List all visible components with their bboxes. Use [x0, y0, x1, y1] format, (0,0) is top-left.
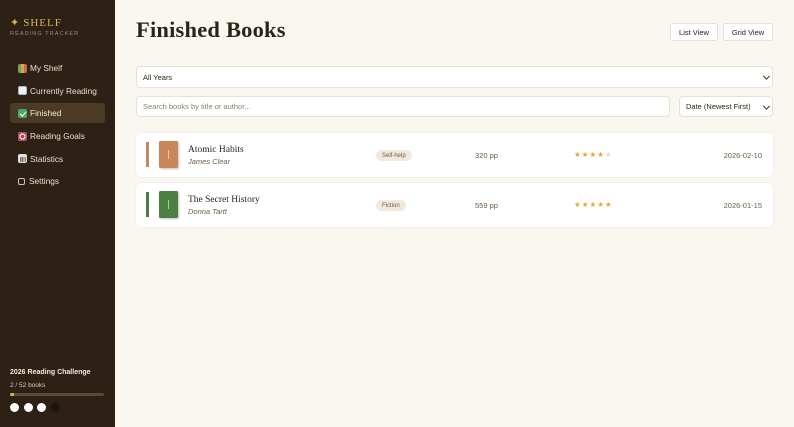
brand-name: SHELF: [23, 17, 62, 29]
star-filled-icon: ★: [597, 200, 604, 209]
gear-icon: [18, 177, 25, 185]
sidebar-item-label: Settings: [29, 176, 59, 187]
brand-subtitle: READING TRACKER: [10, 31, 80, 37]
star-filled-icon: ★: [589, 200, 597, 209]
sidebar-item-label: Statistics: [30, 153, 64, 164]
star-rating: ★ ★ ★ ★ ★: [574, 151, 612, 159]
book-author: James Clear: [188, 157, 231, 166]
theme-dot[interactable]: [37, 403, 46, 412]
sidebar-item-settings[interactable]: Settings: [10, 171, 105, 191]
page-title: Finished Books: [136, 17, 286, 42]
chevron-down-icon: [762, 72, 771, 80]
sparkle-icon: ✦: [10, 17, 21, 29]
star-filled-icon: ★: [589, 150, 597, 159]
sidebar-item-currently-reading[interactable]: Currently Reading: [10, 81, 105, 101]
sort-select[interactable]: Date (Newest First): [679, 96, 773, 117]
star-empty-icon: ★: [604, 150, 612, 159]
page-count: 320 pp: [475, 151, 498, 160]
year-filter-value: All Years: [143, 72, 173, 82]
main-content: Finished Books List View Grid View All Y…: [115, 0, 794, 427]
theme-dot[interactable]: [50, 403, 60, 412]
book-row[interactable]: The Secret History Donna Tartt Fiction 5…: [136, 183, 773, 227]
challenge-progress-fill: [10, 393, 14, 396]
sidebar-item-finished[interactable]: Finished: [10, 103, 105, 124]
finished-date: 2026-02-10: [723, 151, 762, 160]
target-icon: [18, 131, 27, 141]
star-filled-icon: ★: [574, 200, 581, 209]
challenge-count: 2 / 52 books: [10, 382, 46, 389]
book-row[interactable]: Atomic Habits James Clear Self-help 320 …: [136, 133, 773, 177]
star-filled-icon: ★: [574, 150, 581, 159]
challenge-progress-bar: [10, 393, 104, 396]
book-accent-bar: [146, 142, 149, 167]
star-filled-icon: ★: [604, 200, 612, 209]
sidebar-item-label: Finished: [30, 108, 62, 119]
theme-dot[interactable]: [10, 403, 19, 412]
star-filled-icon: ★: [597, 150, 604, 159]
book-title: Atomic Habits: [188, 145, 244, 155]
sort-value: Date (Newest First): [686, 102, 751, 111]
challenge-title: 2026 Reading Challenge: [10, 369, 91, 376]
theme-dot[interactable]: [23, 403, 33, 412]
bar-chart-icon: [18, 154, 27, 164]
sidebar-item-reading-goals[interactable]: Reading Goals: [10, 126, 105, 146]
sidebar-item-label: Currently Reading: [30, 85, 97, 96]
finished-date: 2026-01-15: [723, 201, 762, 210]
star-filled-icon: ★: [581, 200, 589, 209]
search-placeholder: Search books by title or author...: [143, 102, 251, 111]
star-rating: ★ ★ ★ ★ ★: [574, 201, 612, 209]
book-cover: [159, 141, 178, 168]
theme-switcher: [10, 403, 60, 412]
chevron-down-icon: [762, 102, 771, 110]
open-book-icon: [18, 86, 27, 96]
check-icon: [18, 108, 27, 118]
grid-view-button[interactable]: Grid View: [723, 23, 773, 41]
book-cover: [159, 191, 178, 218]
sidebar-item-label: My Shelf: [30, 63, 63, 73]
page-count: 559 pp: [475, 201, 498, 210]
genre-badge: Fiction: [376, 200, 406, 211]
brand-logo: ✦ SHELF: [10, 16, 62, 29]
sidebar-item-label: Reading Goals: [30, 131, 85, 142]
genre-badge: Self-help: [376, 150, 412, 161]
book-title: The Secret History: [188, 195, 260, 205]
reading-challenge: 2026 Reading Challenge 2 / 52 books: [10, 369, 105, 396]
sidebar: ✦ SHELF READING TRACKER My Shelf Currentl…: [0, 0, 115, 427]
book-author: Donna Tartt: [188, 207, 227, 216]
books-icon: [18, 63, 27, 73]
book-accent-bar: [146, 192, 149, 217]
sidebar-item-my-shelf[interactable]: My Shelf: [10, 58, 105, 78]
sidebar-nav: My Shelf Currently Reading Finished Read…: [10, 58, 105, 194]
year-filter-select[interactable]: All Years: [136, 66, 773, 88]
star-filled-icon: ★: [581, 150, 589, 159]
sidebar-item-statistics[interactable]: Statistics: [10, 149, 105, 169]
search-input[interactable]: Search books by title or author...: [136, 96, 670, 117]
list-view-button[interactable]: List View: [670, 23, 718, 41]
